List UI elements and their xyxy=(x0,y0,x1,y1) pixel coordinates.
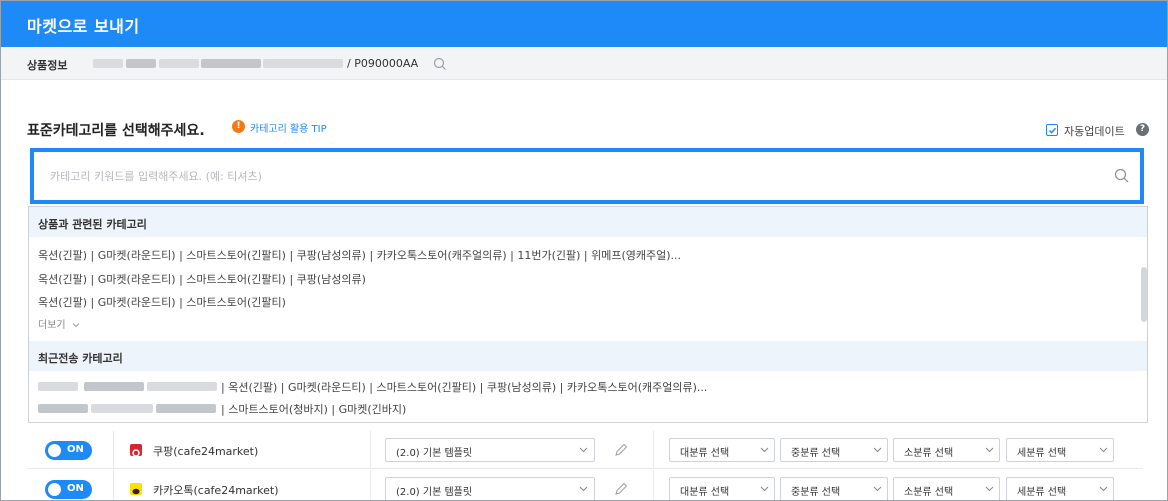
related-category-item[interactable]: 옥션(긴팔) | G마켓(라운드티) | 스마트스토어(긴팔티) | 쿠팡(남성… xyxy=(38,271,366,287)
template-select-value: (2.0) 기본 템플릿 xyxy=(396,487,473,498)
related-category-header: 상품과 관련된 카테고리 xyxy=(29,207,1147,237)
column-divider xyxy=(653,470,654,500)
coupang-logo-icon xyxy=(130,444,142,457)
tip-info-icon: ! xyxy=(232,120,245,133)
chevron-down-icon xyxy=(760,486,769,492)
toggle-knob xyxy=(48,483,61,496)
template-select-value: (2.0) 기본 템플릿 xyxy=(396,448,473,459)
product-info-row: 상품정보 / P090000AA xyxy=(1,47,1167,80)
product-info-label: 상품정보 xyxy=(27,59,68,72)
auto-update-checkbox[interactable] xyxy=(1046,124,1058,136)
category-search-box xyxy=(30,148,1144,204)
redacted-recent-product xyxy=(147,382,217,391)
column-divider xyxy=(113,431,114,469)
search-icon[interactable] xyxy=(1113,167,1131,185)
select-value: 세분류 선택 xyxy=(1017,487,1067,498)
redacted-product-name xyxy=(126,59,156,68)
chevron-down-icon xyxy=(579,447,588,453)
category-level4-select[interactable]: 세분류 선택 xyxy=(1006,438,1114,462)
redacted-product-name xyxy=(93,59,123,68)
chevron-down-icon xyxy=(985,447,994,453)
chevron-down-icon xyxy=(1099,486,1108,492)
column-divider xyxy=(370,431,371,469)
category-tip-link[interactable]: 카테고리 활용 TIP xyxy=(250,120,327,135)
chevron-down-icon xyxy=(1099,447,1108,453)
kakao-logo-icon xyxy=(130,483,142,495)
market-send-dialog: 마켓으로 보내기 상품정보 / P090000AA 표준카테고리를 선택해주세요… xyxy=(0,0,1168,501)
related-category-title: 상품과 관련된 카테고리 xyxy=(38,218,147,231)
category-level4-select[interactable]: 세분류 선택 xyxy=(1006,477,1114,500)
chevron-down-icon xyxy=(760,447,769,453)
dialog-title: 마켓으로 보내기 xyxy=(27,17,140,36)
auto-update-label: 자동업데이트 xyxy=(1064,125,1125,138)
chevron-down-icon xyxy=(72,323,80,328)
market-toggle[interactable]: ON xyxy=(45,480,92,499)
template-select[interactable]: (2.0) 기본 템플릿 xyxy=(385,477,595,500)
edit-icon[interactable] xyxy=(613,442,629,458)
category-section-title: 표준카테고리를 선택해주세요. xyxy=(27,123,205,139)
redacted-recent-product xyxy=(156,404,216,413)
related-category-item[interactable]: 옥션(긴팔) | G마켓(라운드티) | 스마트스토어(긴팔티) | 쿠팡(남성… xyxy=(38,247,681,263)
redacted-recent-product xyxy=(84,382,144,391)
redacted-product-name xyxy=(263,59,343,68)
redacted-recent-product xyxy=(38,382,78,391)
select-value: 중분류 선택 xyxy=(791,487,841,498)
recent-category-title: 최근전송 카테고리 xyxy=(38,352,123,365)
market-row-kakao: ON 카카오톡(cafe24market) (2.0) 기본 템플릿 대분류 선… xyxy=(27,470,1143,500)
redacted-product-name xyxy=(201,59,261,68)
category-level2-select[interactable]: 중분류 선택 xyxy=(780,438,888,462)
dialog-header: 마켓으로 보내기 xyxy=(1,1,1167,47)
related-category-item[interactable]: 옥션(긴팔) | G마켓(라운드티) | 스마트스토어(긴팔티) xyxy=(38,294,286,310)
column-divider xyxy=(113,470,114,500)
toggle-knob xyxy=(48,444,61,457)
category-level3-select[interactable]: 소분류 선택 xyxy=(893,477,1000,500)
column-divider xyxy=(653,431,654,469)
category-level2-select[interactable]: 중분류 선택 xyxy=(780,477,888,500)
more-button[interactable]: 더보기 xyxy=(38,316,80,331)
category-search-input[interactable] xyxy=(34,152,1094,200)
category-suggestion-dropdown: 상품과 관련된 카테고리 옥션(긴팔) | G마켓(라운드티) | 스마트스토어… xyxy=(28,206,1148,423)
category-level1-select[interactable]: 대분류 선택 xyxy=(669,477,775,500)
chevron-down-icon xyxy=(873,447,882,453)
redacted-recent-product xyxy=(38,404,88,413)
search-icon[interactable] xyxy=(432,56,448,72)
chevron-down-icon xyxy=(873,486,882,492)
dropdown-scrollbar[interactable] xyxy=(1141,267,1147,322)
market-name: 카카오톡(cafe24market) xyxy=(153,484,279,497)
recent-category-item[interactable]: | 스마트스토어(청바지) | G마켓(긴바지) xyxy=(221,401,406,417)
market-toggle[interactable]: ON xyxy=(45,441,92,460)
category-level1-select[interactable]: 대분류 선택 xyxy=(669,438,775,462)
more-label: 더보기 xyxy=(38,320,66,331)
column-divider xyxy=(370,470,371,500)
chevron-down-icon xyxy=(579,486,588,492)
category-level3-select[interactable]: 소분류 선택 xyxy=(893,438,1000,462)
toggle-label: ON xyxy=(67,444,84,455)
product-code: / P090000AA xyxy=(347,57,419,70)
select-value: 소분류 선택 xyxy=(904,487,954,498)
select-value: 대분류 선택 xyxy=(680,448,730,459)
recent-category-header: 최근전송 카테고리 xyxy=(29,341,1147,371)
market-row-coupang: ON 쿠팡(cafe24market) (2.0) 기본 템플릿 대분류 선택 … xyxy=(27,431,1143,469)
edit-icon[interactable] xyxy=(613,481,629,497)
select-value: 세분류 선택 xyxy=(1017,448,1067,459)
select-value: 대분류 선택 xyxy=(680,487,730,498)
redacted-product-name xyxy=(159,59,199,68)
recent-category-item[interactable]: | 옥션(긴팔) | G마켓(라운드티) | 스마트스토어(긴팔티) | 쿠팡(… xyxy=(221,379,707,395)
redacted-recent-product xyxy=(91,404,153,413)
template-select[interactable]: (2.0) 기본 템플릿 xyxy=(385,438,595,462)
select-value: 중분류 선택 xyxy=(791,448,841,459)
select-value: 소분류 선택 xyxy=(904,448,954,459)
toggle-label: ON xyxy=(67,483,84,494)
chevron-down-icon xyxy=(985,486,994,492)
help-icon[interactable]: ? xyxy=(1136,123,1149,136)
market-name: 쿠팡(cafe24market) xyxy=(153,445,259,458)
